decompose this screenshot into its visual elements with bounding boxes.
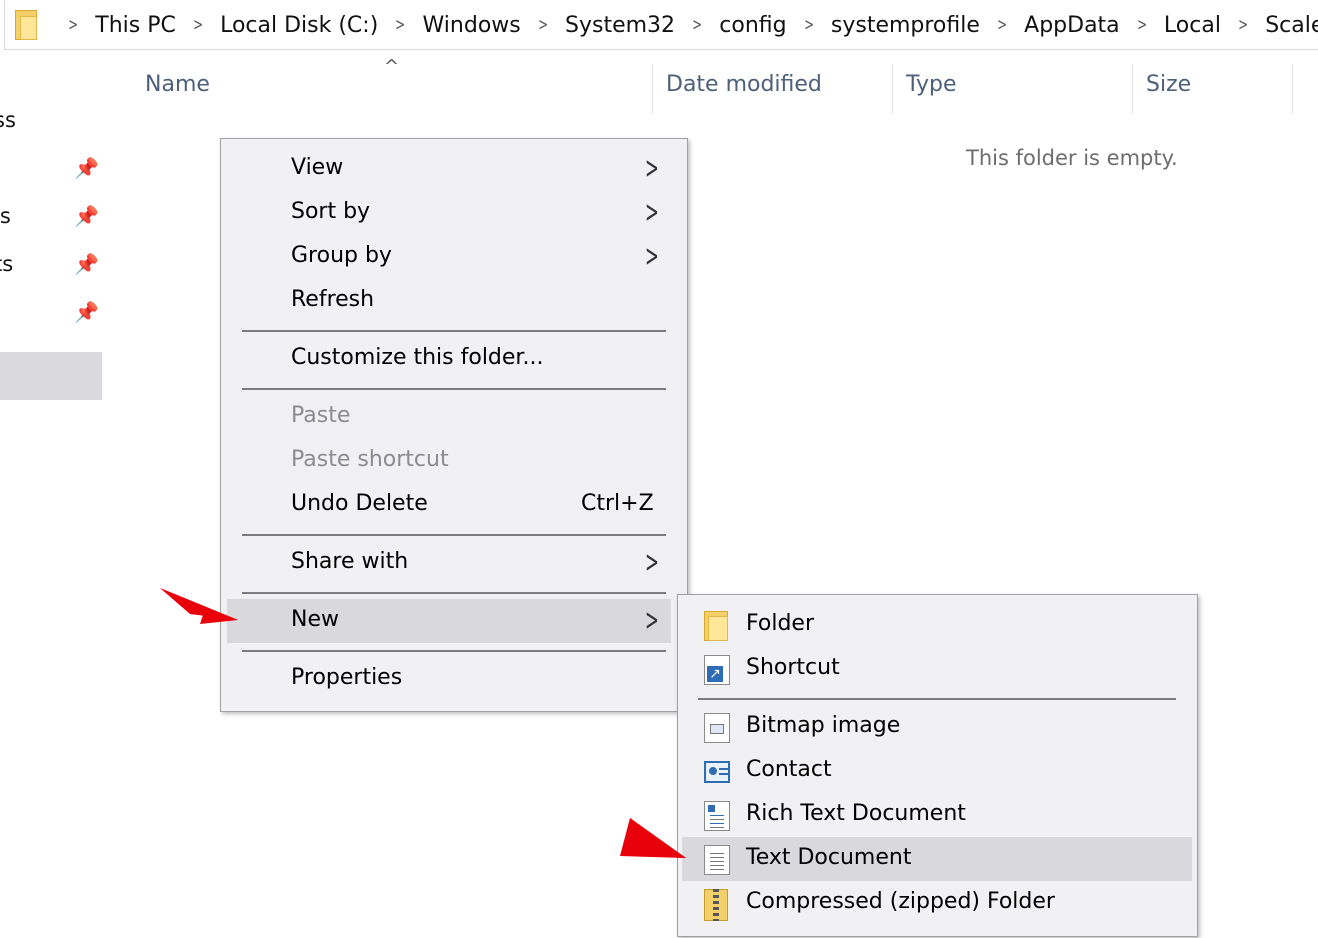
context-menu: View > Sort by > Group by > Refresh Cust…	[220, 138, 688, 712]
chevron-right-icon: >	[645, 603, 659, 638]
menu-item-label: Customize this folder...	[291, 345, 544, 370]
new-item-rich-text-document[interactable]: Rich Text Document	[682, 793, 1192, 837]
text-document-icon	[704, 845, 730, 875]
rich-text-document-icon	[704, 801, 730, 831]
folder-icon	[15, 10, 37, 40]
new-item-bitmap-image[interactable]: Bitmap image	[682, 705, 1192, 749]
menu-item-properties[interactable]: Properties	[227, 657, 671, 701]
breadcrumb-separator-icon[interactable]: >	[395, 15, 405, 35]
breadcrumb-separator-icon[interactable]: >	[692, 15, 702, 35]
breadcrumb-local-disk[interactable]: Local Disk (C:)	[220, 13, 378, 38]
nav-item-downloads[interactable]: ls	[0, 204, 11, 228]
menu-item-paste-shortcut[interactable]: Paste shortcut	[227, 439, 671, 483]
breadcrumb-this-pc[interactable]: This PC	[95, 13, 176, 38]
breadcrumb-separator-icon[interactable]: >	[1137, 15, 1147, 35]
menu-item-view[interactable]: View >	[227, 147, 671, 191]
breadcrumb-system32[interactable]: System32	[565, 13, 675, 38]
menu-item-customize-folder[interactable]: Customize this folder...	[227, 337, 671, 381]
pin-icon: 📌	[74, 204, 99, 228]
menu-separator	[242, 330, 666, 332]
contact-card-icon	[704, 761, 730, 783]
menu-item-label: Rich Text Document	[746, 801, 966, 826]
new-item-compressed-folder[interactable]: Compressed (zipped) Folder	[682, 881, 1192, 925]
breadcrumb-separator-icon[interactable]: >	[804, 15, 814, 35]
menu-item-label: Share with	[291, 549, 409, 574]
chevron-right-icon: >	[645, 151, 659, 186]
pin-icon: 📌	[74, 252, 99, 276]
menu-item-label: Undo Delete	[291, 491, 428, 516]
new-item-contact[interactable]: Contact	[682, 749, 1192, 793]
breadcrumb-windows[interactable]: Windows	[423, 13, 521, 38]
annotation-arrow-icon	[620, 818, 686, 858]
menu-item-paste[interactable]: Paste	[227, 395, 671, 439]
navigation-pane: ss 📌 ls 📌 ts 📌 📌	[0, 50, 106, 938]
breadcrumb-scaleft[interactable]: ScaleFT	[1265, 13, 1318, 38]
column-divider[interactable]	[1132, 64, 1133, 114]
bitmap-image-icon	[704, 713, 730, 743]
sort-ascending-icon: ^	[384, 56, 400, 77]
keyboard-shortcut: Ctrl+Z	[581, 491, 654, 516]
menu-item-refresh[interactable]: Refresh	[227, 279, 671, 323]
new-item-folder[interactable]: Folder	[682, 603, 1192, 647]
menu-item-new[interactable]: New >	[227, 599, 671, 643]
address-bar[interactable]: > This PC > Local Disk (C:) > Windows > …	[4, 0, 1318, 50]
breadcrumb-separator-icon[interactable]: >	[68, 15, 78, 35]
column-header-type[interactable]: Type	[906, 72, 957, 97]
menu-item-label: Shortcut	[746, 655, 840, 680]
menu-item-label: View	[291, 155, 344, 180]
menu-item-group-by[interactable]: Group by >	[227, 235, 671, 279]
chevron-right-icon: >	[645, 195, 659, 230]
breadcrumb-systemprofile[interactable]: systemprofile	[831, 13, 980, 38]
new-submenu: Folder ↗ Shortcut Bitmap image Contact R…	[677, 594, 1198, 937]
menu-item-label: Sort by	[291, 199, 371, 224]
menu-item-label: Properties	[291, 665, 403, 690]
menu-separator	[242, 650, 666, 652]
column-divider[interactable]	[892, 64, 893, 114]
chevron-right-icon: >	[645, 239, 659, 274]
chevron-right-icon: >	[645, 545, 659, 580]
menu-separator	[242, 534, 666, 536]
menu-item-label: Refresh	[291, 287, 375, 312]
nav-item-selected[interactable]	[0, 352, 102, 400]
annotation-arrow-icon	[160, 588, 238, 624]
menu-item-label: Contact	[746, 757, 832, 782]
new-item-text-document[interactable]: Text Document	[682, 837, 1192, 881]
breadcrumb-local[interactable]: Local	[1164, 13, 1221, 38]
shortcut-icon: ↗	[704, 655, 730, 685]
menu-separator	[242, 388, 666, 390]
menu-item-label: Text Document	[746, 845, 912, 870]
column-header-size[interactable]: Size	[1146, 72, 1191, 97]
folder-icon	[704, 611, 730, 641]
menu-separator	[242, 592, 666, 594]
menu-item-label: Folder	[746, 611, 814, 636]
nav-item-documents[interactable]: ts	[0, 252, 13, 276]
column-header-date-modified[interactable]: Date modified	[666, 72, 822, 97]
breadcrumb-separator-icon[interactable]: >	[538, 15, 548, 35]
column-divider[interactable]	[1292, 64, 1293, 114]
menu-item-share-with[interactable]: Share with >	[227, 541, 671, 585]
zip-folder-icon	[704, 889, 730, 921]
menu-item-sort-by[interactable]: Sort by >	[227, 191, 671, 235]
pin-icon: 📌	[74, 156, 99, 180]
menu-item-label: New	[291, 607, 339, 632]
menu-item-label: Group by	[291, 243, 392, 268]
menu-item-label: Compressed (zipped) Folder	[746, 889, 1055, 914]
menu-item-label: Paste	[291, 403, 351, 428]
breadcrumb-config[interactable]: config	[719, 13, 786, 38]
nav-item-quick-access[interactable]: ss	[0, 108, 16, 132]
menu-item-undo-delete[interactable]: Undo Delete Ctrl+Z	[227, 483, 671, 527]
menu-item-label: Paste shortcut	[291, 447, 449, 472]
pin-icon: 📌	[74, 300, 99, 324]
menu-item-label: Bitmap image	[746, 713, 901, 738]
breadcrumb-separator-icon[interactable]: >	[1238, 15, 1248, 35]
breadcrumb-separator-icon[interactable]: >	[193, 15, 203, 35]
breadcrumb: > This PC > Local Disk (C:) > Windows > …	[15, 0, 1318, 50]
menu-separator	[698, 698, 1176, 700]
column-divider[interactable]	[652, 64, 653, 114]
column-header-name[interactable]: Name	[145, 72, 210, 97]
empty-folder-message: This folder is empty.	[966, 146, 1178, 170]
breadcrumb-appdata[interactable]: AppData	[1024, 13, 1120, 38]
breadcrumb-separator-icon[interactable]: >	[997, 15, 1007, 35]
new-item-shortcut[interactable]: ↗ Shortcut	[682, 647, 1192, 691]
